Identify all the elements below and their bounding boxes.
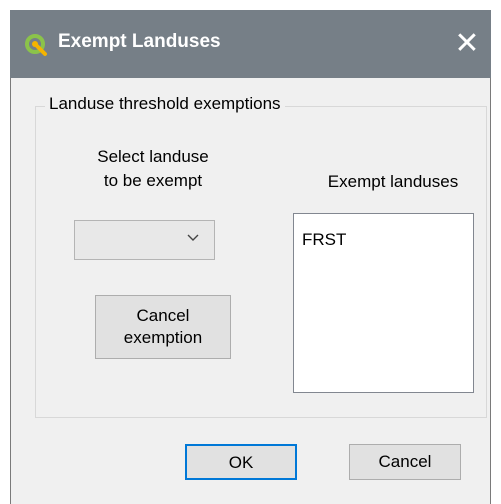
select-landuse-label-line2: to be exempt [103, 171, 203, 190]
landuse-combobox[interactable] [74, 220, 215, 260]
list-item[interactable]: FRST [302, 230, 346, 250]
chevron-down-icon [187, 234, 199, 241]
close-icon[interactable]: ✕ [447, 24, 487, 64]
groupbox-title: Landuse threshold exemptions [45, 94, 285, 114]
cancel-button[interactable]: Cancel [349, 444, 461, 480]
title-bar: Exempt Landuses ✕ [10, 10, 491, 78]
window-title: Exempt Landuses [58, 31, 221, 52]
qgis-icon [25, 34, 47, 56]
exempt-landuses-list[interactable]: FRST [293, 213, 474, 393]
select-landuse-label: Select landuse to be exempt [63, 145, 243, 193]
cancel-exemption-button[interactable]: Cancel exemption [95, 295, 231, 359]
exempt-landuses-label: Exempt landuses [327, 172, 459, 191]
cancel-exemption-label-line1: Cancel [136, 306, 190, 325]
select-landuse-label-line1: Select landuse [97, 147, 209, 166]
ok-button[interactable]: OK [185, 444, 297, 480]
cancel-exemption-label-line2: exemption [123, 328, 203, 347]
dialog-window: Exempt Landuses ✕ Landuse threshold exem… [10, 10, 491, 504]
